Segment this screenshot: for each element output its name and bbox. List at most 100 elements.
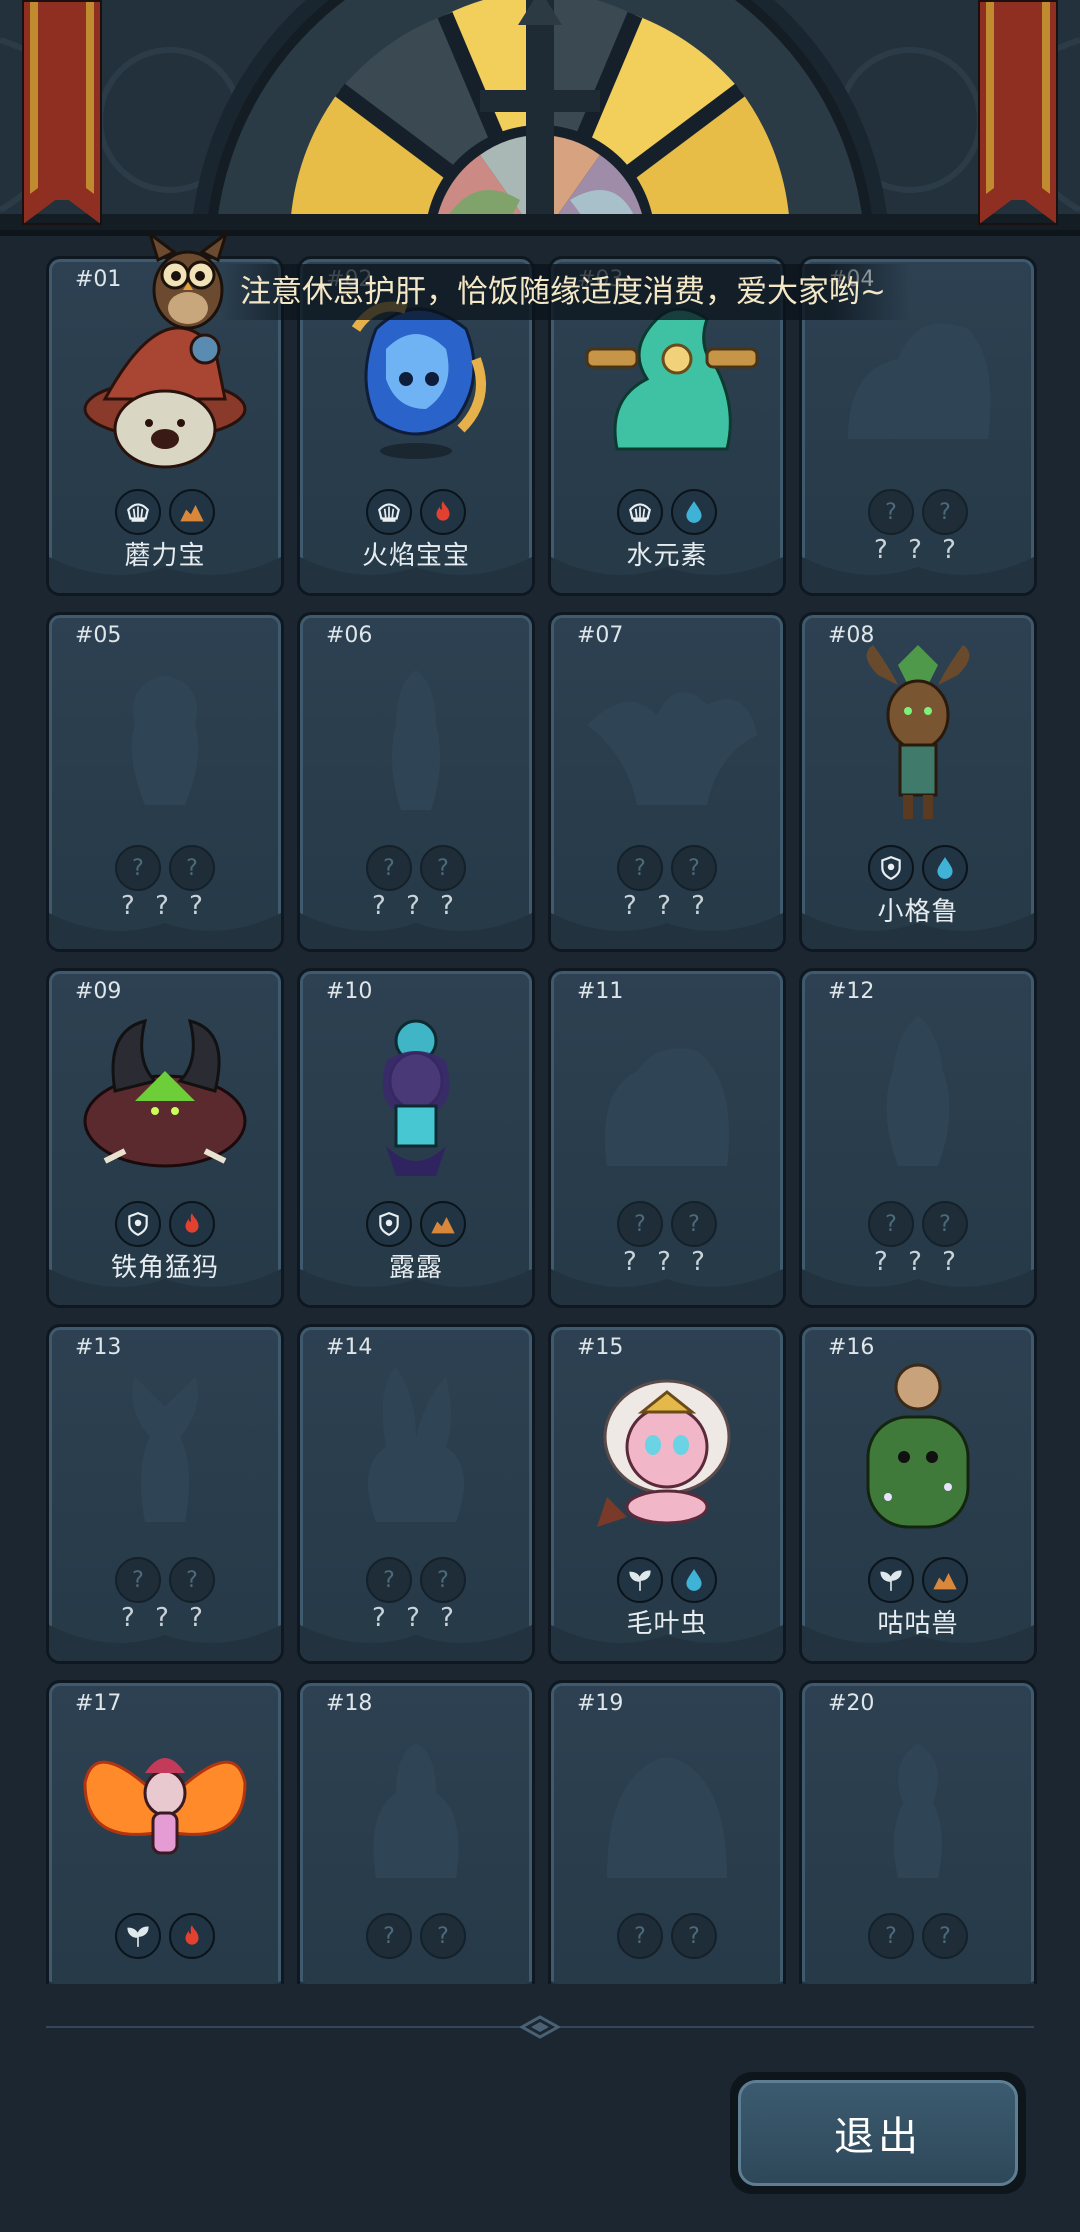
creature-art-fluffy-worm xyxy=(597,1379,731,1527)
unknown-icon: ? xyxy=(420,1557,466,1603)
shell-icon xyxy=(617,489,663,535)
card-attribute-badges xyxy=(802,1557,1034,1603)
card-attribute-badges xyxy=(551,489,783,535)
stained-glass-window xyxy=(0,0,1080,230)
locked-silhouette-antler xyxy=(132,1377,198,1522)
monster-card[interactable]: #13??? ? ? xyxy=(46,1324,284,1664)
locked-silhouette-dragon xyxy=(587,692,757,805)
card-attribute-badges: ?? xyxy=(802,489,1034,535)
monster-card[interactable]: #08 小格鲁 xyxy=(799,612,1037,952)
unknown-icon: ? xyxy=(420,845,466,891)
exit-button[interactable]: 退出 xyxy=(730,2072,1026,2194)
monster-collection-grid[interactable]: #01蘑力宝#02火焰宝宝#03水元素#04??? ? ?#05??? ? ?#… xyxy=(0,236,1080,1984)
card-name: 火焰宝宝 xyxy=(361,541,470,571)
unknown-icon: ? xyxy=(115,845,161,891)
card-name: 露露 xyxy=(388,1253,443,1283)
creature-art-groot xyxy=(866,645,970,819)
monster-card[interactable]: #20?? xyxy=(799,1680,1037,1984)
unknown-icon: ? xyxy=(922,1913,968,1959)
owl-icon xyxy=(147,230,229,330)
monster-card[interactable]: #09 铁角猛犸 xyxy=(46,968,284,1308)
unknown-icon: ? xyxy=(617,1913,663,1959)
monster-card[interactable]: #10 露露 xyxy=(297,968,535,1308)
card-attribute-badges xyxy=(49,1913,281,1959)
card-frame-ornament xyxy=(300,1981,532,1984)
monster-card[interactable]: #05??? ? ? xyxy=(46,612,284,952)
unknown-icon: ? xyxy=(366,1913,412,1959)
card-attribute-badges: ?? xyxy=(802,1913,1034,1959)
locked-silhouette-imp xyxy=(131,675,199,805)
fire-icon xyxy=(169,1201,215,1247)
card-name: ? ? ? xyxy=(121,1603,209,1633)
footer: 退出 xyxy=(0,1984,1080,2232)
shell-icon xyxy=(115,489,161,535)
locked-silhouette-knight xyxy=(373,1743,459,1878)
card-attribute-badges: ?? xyxy=(551,1913,783,1959)
monster-card[interactable]: #06??? ? ? xyxy=(297,612,535,952)
monster-card[interactable]: #17 xyxy=(46,1680,284,1984)
monster-card[interactable]: #19?? xyxy=(548,1680,786,1984)
card-attribute-badges xyxy=(300,489,532,535)
card-name: ? ? ? xyxy=(372,891,460,921)
water-icon xyxy=(671,1557,717,1603)
card-name: ? ? ? xyxy=(623,1247,711,1277)
card-attribute-badges xyxy=(49,1201,281,1247)
card-name: ? ? ? xyxy=(121,891,209,921)
unknown-icon: ? xyxy=(366,1557,412,1603)
unknown-icon: ? xyxy=(922,1201,968,1247)
card-name: ? ? ? xyxy=(623,891,711,921)
unknown-icon: ? xyxy=(420,1913,466,1959)
card-attribute-badges: ?? xyxy=(551,1201,783,1247)
monster-card[interactable]: #07??? ? ? xyxy=(548,612,786,952)
monster-card[interactable]: #18?? xyxy=(297,1680,535,1984)
right-red-banner xyxy=(978,0,1058,225)
card-name: 水元素 xyxy=(626,541,708,571)
monster-card[interactable]: #16 咕咕兽 xyxy=(799,1324,1037,1664)
locked-silhouette-hero xyxy=(392,670,440,810)
monster-card[interactable]: #15 毛叶虫 xyxy=(548,1324,786,1664)
creature-art-moss-beast xyxy=(866,1363,970,1529)
owl-tip-banner: 注意休息护肝，恰饭随缘适度消费，爱大家哟~ xyxy=(140,230,910,330)
card-attribute-badges xyxy=(802,845,1034,891)
creature-art-lulu xyxy=(382,1019,450,1176)
unknown-icon: ? xyxy=(671,845,717,891)
locked-silhouette-giant xyxy=(607,1758,727,1878)
leaf-icon xyxy=(617,1557,663,1603)
card-name: ? ? ? xyxy=(874,1247,962,1277)
unknown-icon: ? xyxy=(617,1201,663,1247)
card-attribute-badges xyxy=(300,1201,532,1247)
card-frame-ornament xyxy=(49,1981,281,1984)
card-name: 咕咕兽 xyxy=(877,1609,959,1639)
card-attribute-badges xyxy=(551,1557,783,1603)
monster-card[interactable]: #11??? ? ? xyxy=(548,968,786,1308)
locked-silhouette-golem xyxy=(605,1048,729,1166)
tip-text: 注意休息护肝，恰饭随缘适度消费，爱大家哟~ xyxy=(220,264,910,320)
monster-card[interactable]: #12??? ? ? xyxy=(799,968,1037,1308)
earth-icon xyxy=(420,1201,466,1247)
card-attribute-badges: ?? xyxy=(300,1557,532,1603)
locked-silhouette-rabbit xyxy=(368,1367,464,1522)
unknown-icon: ? xyxy=(366,845,412,891)
shell-icon xyxy=(366,489,412,535)
exit-button-label[interactable]: 退出 xyxy=(738,2080,1018,2186)
unknown-icon: ? xyxy=(169,845,215,891)
card-attribute-badges: ?? xyxy=(802,1201,1034,1247)
locked-silhouette-spirit xyxy=(886,1016,950,1166)
card-name: 小格鲁 xyxy=(877,897,959,927)
card-frame-ornament xyxy=(551,1981,783,1984)
unknown-icon: ? xyxy=(115,1557,161,1603)
earth-icon xyxy=(922,1557,968,1603)
card-name: 铁角猛犸 xyxy=(110,1253,219,1283)
card-frame-ornament xyxy=(802,1981,1034,1984)
header-stained-glass xyxy=(0,0,1080,236)
earth-icon xyxy=(169,489,215,535)
card-attribute-badges: ?? xyxy=(300,845,532,891)
water-icon xyxy=(922,845,968,891)
shield-icon xyxy=(868,845,914,891)
unknown-icon: ? xyxy=(169,1557,215,1603)
card-attribute-badges: ?? xyxy=(551,845,783,891)
leaf-icon xyxy=(115,1913,161,1959)
creature-art-fire-fairy xyxy=(83,1758,247,1855)
monster-card[interactable]: #14??? ? ? xyxy=(297,1324,535,1664)
fire-icon xyxy=(420,489,466,535)
